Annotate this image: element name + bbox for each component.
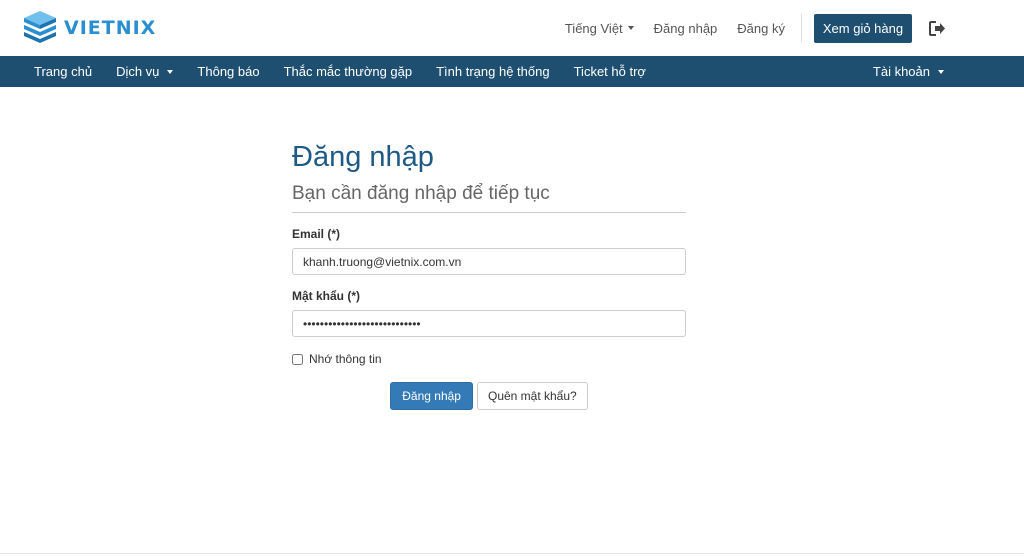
email-field[interactable] [292,248,686,275]
logout-icon[interactable] [928,19,946,37]
view-cart-button[interactable]: Xem giỏ hàng [814,13,912,43]
chevron-down-icon [167,69,174,74]
nav-item-announcements[interactable]: Thông báo [197,56,259,87]
nav-item-faq[interactable]: Thắc mắc thường gặp [284,56,413,87]
remember-me-checkbox[interactable] [292,353,303,365]
nav-item-account-label: Tài khoản [872,64,930,79]
language-dropdown[interactable]: Tiếng Việt [565,21,634,36]
nav-item-home[interactable]: Trang chủ [34,56,92,87]
email-label: Email (*) [292,227,341,241]
brand-name: VIETNIX [64,17,157,39]
page-title: Đăng nhập [292,141,434,173]
header-login-link[interactable]: Đăng nhập [654,21,718,36]
nav-item-support-ticket[interactable]: Ticket hỗ trợ [574,56,646,87]
page-subtitle: Bạn cần đăng nhập để tiếp tục [292,182,686,213]
nav-item-account[interactable]: Tài khoản [873,56,944,87]
header-divider [801,14,802,42]
remember-me-label: Nhớ thông tin [309,352,382,366]
stacked-cubes-logo-icon [22,9,58,47]
form-actions: Đăng nhập Quên mật khẩu? [292,382,686,410]
login-submit-button[interactable]: Đăng nhập [390,382,473,410]
password-field[interactable] [292,310,686,337]
chevron-down-icon [627,26,634,30]
password-label: Mật khẩu (*) [292,289,361,303]
nav-item-system-status[interactable]: Tình trạng hệ thống [436,56,549,87]
login-form: Đăng nhập Bạn cần đăng nhập để tiếp tục … [292,140,686,410]
nav-item-services-label: Dịch vụ [116,64,160,79]
remember-me-row: Nhớ thông tin [292,352,686,366]
chevron-down-icon [938,69,944,74]
top-header: VIETNIX Tiếng Việt Đăng nhập Đăng ký Xem… [0,0,1024,56]
language-label: Tiếng Việt [564,20,623,36]
nav-item-services[interactable]: Dịch vụ [116,56,174,87]
forgot-password-button[interactable]: Quên mật khẩu? [476,382,588,410]
header-register-link[interactable]: Đăng ký [737,21,785,36]
footer-divider [0,553,1024,554]
brand-logo[interactable]: VIETNIX [22,9,156,47]
main-navbar: Trang chủ Dịch vụ Thông báo Thắc mắc thư… [0,56,1024,87]
top-links: Tiếng Việt Đăng nhập Đăng ký Xem giỏ hàn… [565,0,1024,56]
